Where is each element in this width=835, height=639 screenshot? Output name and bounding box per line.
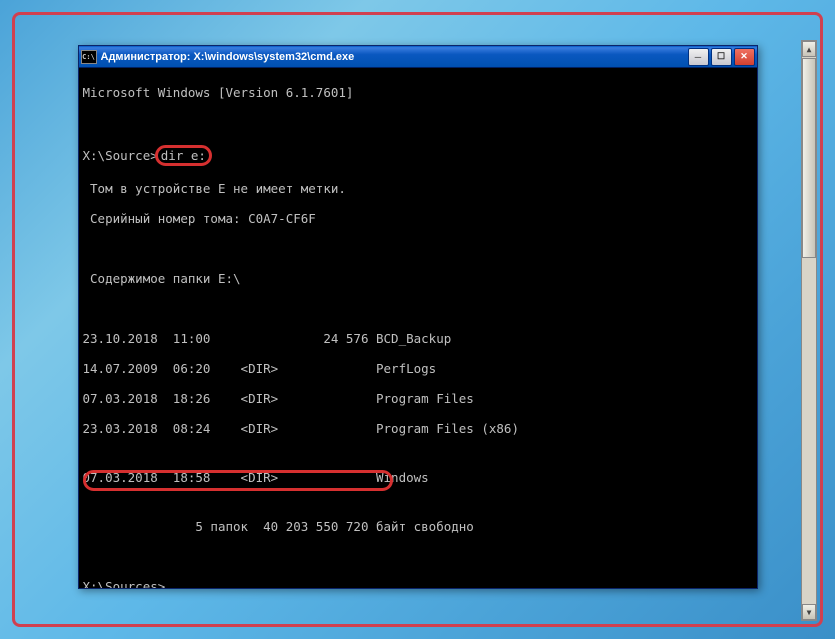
scrollbar[interactable]: ▲ ▼ — [801, 40, 817, 621]
scroll-down-button[interactable]: ▼ — [802, 604, 816, 620]
prompt-path: X:\Source> — [83, 148, 158, 163]
maximize-button[interactable]: ☐ — [711, 48, 732, 66]
contents-header: Содержимое папки E:\ — [83, 271, 753, 286]
blank-line — [83, 301, 753, 316]
summary-folders: 5 папок 40 203 550 720 байт свободно — [83, 519, 753, 534]
prompt-2-text: X:\Sources> — [83, 579, 166, 588]
cmd-icon: C:\ — [81, 50, 97, 64]
terminal-output[interactable]: Microsoft Windows [Version 6.1.7601] X:\… — [79, 68, 757, 588]
cmd-window: C:\ Администратор: X:\windows\system32\c… — [78, 45, 758, 589]
prompt-line-2[interactable]: X:\Sources> — [83, 579, 753, 588]
scroll-thumb[interactable] — [802, 58, 816, 258]
annotation-outer-border: C:\ Администратор: X:\windows\system32\c… — [12, 12, 823, 627]
dir-row: 23.10.2018 11:00 24 576 BCD_Backup — [83, 331, 753, 346]
close-button[interactable]: ✕ — [734, 48, 755, 66]
title-bar[interactable]: C:\ Администратор: X:\windows\system32\c… — [79, 46, 757, 68]
blank-line — [83, 549, 753, 564]
prompt-line-1: X:\Source>dir e: — [83, 145, 753, 166]
dir-row: 23.03.2018 08:24 <DIR> Program Files (x8… — [83, 421, 753, 436]
volume-line: Том в устройстве E не имеет метки. — [83, 181, 753, 196]
window-controls: ─ ☐ ✕ — [688, 48, 755, 66]
blank-line — [83, 500, 753, 504]
window-title: Администратор: X:\windows\system32\cmd.e… — [101, 51, 688, 63]
dir-row: 14.07.2009 06:20 <DIR> PerfLogs — [83, 361, 753, 376]
serial-line: Серийный номер тома: C0A7-CF6F — [83, 211, 753, 226]
version-line: Microsoft Windows [Version 6.1.7601] — [83, 85, 753, 100]
dir-row: 07.03.2018 18:26 <DIR> Program Files — [83, 391, 753, 406]
blank-line — [83, 115, 753, 130]
blank-line — [83, 451, 753, 455]
dir-row-highlighted: 07.03.2018 18:58 <DIR> Windows — [83, 470, 753, 485]
scroll-up-button[interactable]: ▲ — [802, 41, 816, 57]
blank-line — [83, 241, 753, 256]
minimize-button[interactable]: ─ — [688, 48, 709, 66]
highlighted-command: dir e: — [155, 145, 212, 166]
